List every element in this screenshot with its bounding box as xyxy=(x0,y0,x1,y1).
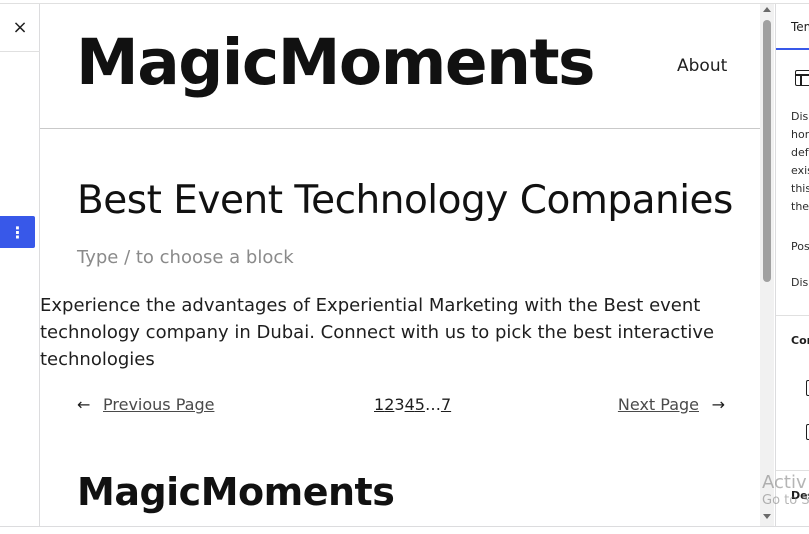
template-description: Dis hor def exis this the xyxy=(791,108,809,216)
footer-site-title[interactable]: MagicMoments xyxy=(77,470,395,514)
scroll-down-icon[interactable] xyxy=(763,514,771,519)
page-number-7[interactable]: 7 xyxy=(441,395,451,414)
layout-template-icon xyxy=(795,70,809,86)
arrow-left-icon: ← xyxy=(77,395,91,414)
arrow-right-icon: → xyxy=(711,395,725,414)
display-setting-label[interactable]: Dis xyxy=(791,276,808,289)
previous-page-link[interactable]: Previous Page xyxy=(103,395,214,414)
scrollbar-thumb[interactable] xyxy=(763,20,771,282)
bottom-status-bar xyxy=(0,526,809,534)
divider xyxy=(776,315,809,316)
canvas-scrollbar[interactable] xyxy=(760,4,774,526)
site-header: MagicMoments About xyxy=(40,4,760,129)
scroll-up-icon[interactable] xyxy=(763,7,771,12)
more-vertical-icon[interactable]: ⋮ xyxy=(10,223,26,242)
block-options-button[interactable]: ⋮ xyxy=(0,216,35,248)
description-line: hor xyxy=(791,128,809,141)
page-number-2[interactable]: 2 xyxy=(384,395,394,414)
editor-canvas[interactable]: MagicMoments About Best Event Technology… xyxy=(40,4,760,526)
page-number-4[interactable]: 4 xyxy=(405,395,415,414)
page-number-current: 3 xyxy=(394,395,405,414)
tab-template[interactable]: Tem xyxy=(776,4,809,50)
nav-link-about[interactable]: About xyxy=(677,56,727,76)
divider xyxy=(776,470,809,471)
close-button[interactable]: × xyxy=(0,4,40,52)
page-ellipsis: … xyxy=(424,395,441,414)
page-number-5[interactable]: 5 xyxy=(415,395,425,414)
post-excerpt[interactable]: Experience the advantages of Experientia… xyxy=(40,292,720,373)
design-panel-heading[interactable]: Des xyxy=(791,489,809,502)
left-toolbar: × ⋮ xyxy=(0,4,40,526)
page-number-1[interactable]: 1 xyxy=(374,395,384,414)
settings-sidebar: Tem Dis hor def exis this the Pos Dis Co… xyxy=(775,4,809,526)
close-icon[interactable]: × xyxy=(12,17,27,38)
description-line: Dis xyxy=(791,110,809,123)
site-title[interactable]: MagicMoments xyxy=(76,26,596,99)
posts-setting-label[interactable]: Pos xyxy=(791,240,809,253)
description-line: def xyxy=(791,146,809,159)
description-line: this xyxy=(791,182,809,195)
description-line: exis xyxy=(791,164,809,177)
block-placeholder[interactable]: Type / to choose a block xyxy=(77,247,294,268)
description-line: the xyxy=(791,200,809,213)
post-title[interactable]: Best Event Technology Companies xyxy=(77,178,733,223)
pagination: ← Previous Page 12345…7 Next Page → xyxy=(77,395,725,419)
content-panel-heading[interactable]: Cor xyxy=(791,334,809,347)
page-numbers: 12345…7 xyxy=(374,395,451,414)
next-page-link[interactable]: Next Page xyxy=(618,395,699,414)
